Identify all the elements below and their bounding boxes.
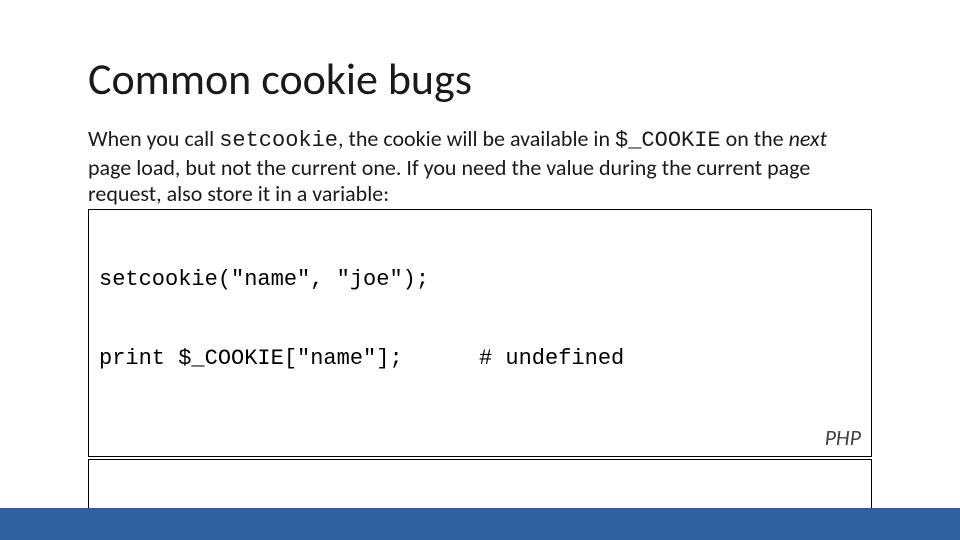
- code-row: print $_COOKIE["name"]; # undefined: [99, 346, 861, 372]
- intro-paragraph: When you call setcookie, the cookie will…: [88, 126, 872, 207]
- intro-text-3: on the: [721, 125, 789, 152]
- intro-em-next: next: [789, 125, 827, 152]
- intro-text-2: , the cookie will be available in: [338, 125, 615, 152]
- footer-bar: [0, 508, 960, 540]
- intro-code-setcookie: setcookie: [219, 128, 338, 153]
- intro-code-cookie-var: $_COOKIE: [615, 128, 721, 153]
- intro-text-1: When you call: [88, 125, 219, 152]
- slide-title: Common cookie bugs: [88, 56, 872, 102]
- intro-text-4: page load, but not the current one. If y…: [88, 154, 810, 207]
- code-comment: # undefined: [479, 346, 861, 372]
- code-lang-label: PHP: [825, 425, 861, 451]
- code-box-1: setcookie("name", "joe"); print $_COOKIE…: [88, 209, 872, 457]
- code-line: setcookie("name", "joe");: [99, 267, 861, 293]
- slide: Common cookie bugs When you call setcook…: [0, 0, 960, 540]
- code-line: print $_COOKIE["name"];: [99, 346, 479, 372]
